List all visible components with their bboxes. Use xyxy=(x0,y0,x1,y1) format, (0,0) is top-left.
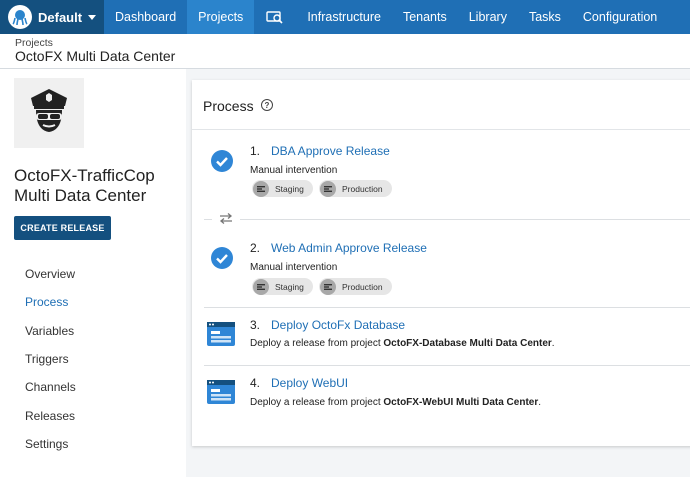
step-description: Deploy a release from project OctoFX-Dat… xyxy=(250,338,555,349)
step-number: 4. xyxy=(250,376,261,390)
search-machines-icon xyxy=(266,11,283,24)
swap-arrows-icon[interactable] xyxy=(219,213,233,224)
step-number: 1. xyxy=(250,144,261,158)
octopus-logo-icon xyxy=(8,5,32,29)
create-release-button[interactable]: CREATE RELEASE xyxy=(14,216,111,240)
space-label: Default xyxy=(38,9,83,25)
step-divider xyxy=(204,307,690,308)
step-title[interactable]: Deploy OctoFx Database xyxy=(271,318,405,332)
step-divider xyxy=(204,365,690,366)
step-title[interactable]: Web Admin Approve Release xyxy=(271,241,427,255)
nav-projects[interactable]: Projects xyxy=(187,0,255,34)
environment-label: Production xyxy=(342,281,383,292)
page-header: Projects OctoFX Multi Data Center xyxy=(0,34,690,69)
step-project-link: OctoFX-Database Multi Data Center xyxy=(383,338,552,349)
sidebar-item-overview[interactable]: Overview xyxy=(25,267,75,281)
process-title: Process xyxy=(203,98,254,114)
process-step[interactable]: 1. DBA Approve Release Manual interventi… xyxy=(192,142,690,202)
sidebar-item-variables[interactable]: Variables xyxy=(25,324,74,338)
environment-icon xyxy=(253,278,269,295)
check-circle-icon xyxy=(211,150,233,172)
environment-icon xyxy=(320,180,336,197)
nav-search-deployments[interactable] xyxy=(254,0,296,34)
deploy-release-icon xyxy=(207,322,235,346)
process-card: Process ? 1. DBA Approve Release Manual … xyxy=(192,80,690,446)
process-step[interactable]: 2. Web Admin Approve Release Manual inte… xyxy=(192,240,690,300)
step-title[interactable]: Deploy WebUI xyxy=(271,376,348,390)
step-description: Deploy a release from project OctoFX-Web… xyxy=(250,397,542,408)
environment-chip: Staging xyxy=(252,278,313,295)
environment-chip: Production xyxy=(319,180,392,197)
step-divider xyxy=(240,219,690,220)
environment-label: Staging xyxy=(275,281,304,292)
police-officer-icon xyxy=(31,89,67,132)
nav-library[interactable]: Library xyxy=(458,0,518,34)
project-name: OctoFX-TrafficCop Multi Data Center xyxy=(14,166,155,205)
nav-tasks[interactable]: Tasks xyxy=(518,0,572,34)
environment-label: Production xyxy=(342,183,383,194)
process-step[interactable]: 3. Deploy OctoFx Database Deploy a relea… xyxy=(192,318,690,358)
environment-icon xyxy=(320,278,336,295)
nav-tenants[interactable]: Tenants xyxy=(392,0,458,34)
environment-label: Staging xyxy=(275,183,304,194)
step-title[interactable]: DBA Approve Release xyxy=(271,144,390,158)
environment-icon xyxy=(253,180,269,197)
step-number: 2. xyxy=(250,241,261,255)
project-sidebar: OctoFX-TrafficCop Multi Data Center CREA… xyxy=(0,69,186,477)
check-circle-icon xyxy=(211,247,233,269)
step-number: 3. xyxy=(250,318,261,332)
step-description: Manual intervention xyxy=(250,262,338,273)
step-description: Manual intervention xyxy=(250,165,338,176)
nav-infrastructure[interactable]: Infrastructure xyxy=(296,0,392,34)
chevron-down-icon xyxy=(88,14,97,20)
page-title: OctoFX Multi Data Center xyxy=(15,48,176,64)
sidebar-item-process[interactable]: Process xyxy=(25,295,68,309)
nav-configuration[interactable]: Configuration xyxy=(572,0,668,34)
space-switcher[interactable]: Default xyxy=(0,0,104,34)
sidebar-item-channels[interactable]: Channels xyxy=(25,380,76,394)
process-step[interactable]: 4. Deploy WebUI Deploy a release from pr… xyxy=(192,376,690,416)
top-navigation: Default Dashboard Projects Infrastructur… xyxy=(0,0,690,34)
process-header: Process ? xyxy=(192,80,690,130)
environment-chip: Staging xyxy=(252,180,313,197)
sidebar-item-settings[interactable]: Settings xyxy=(25,437,68,451)
deploy-release-icon xyxy=(207,380,235,404)
project-logo xyxy=(14,78,84,148)
nav-dashboard[interactable]: Dashboard xyxy=(104,0,187,34)
sidebar-item-triggers[interactable]: Triggers xyxy=(25,352,69,366)
help-icon[interactable]: ? xyxy=(261,99,273,111)
environment-chip: Production xyxy=(319,278,392,295)
step-project-link: OctoFX-WebUI Multi Data Center xyxy=(383,397,539,408)
sidebar-item-releases[interactable]: Releases xyxy=(25,409,75,423)
step-divider xyxy=(204,219,212,220)
